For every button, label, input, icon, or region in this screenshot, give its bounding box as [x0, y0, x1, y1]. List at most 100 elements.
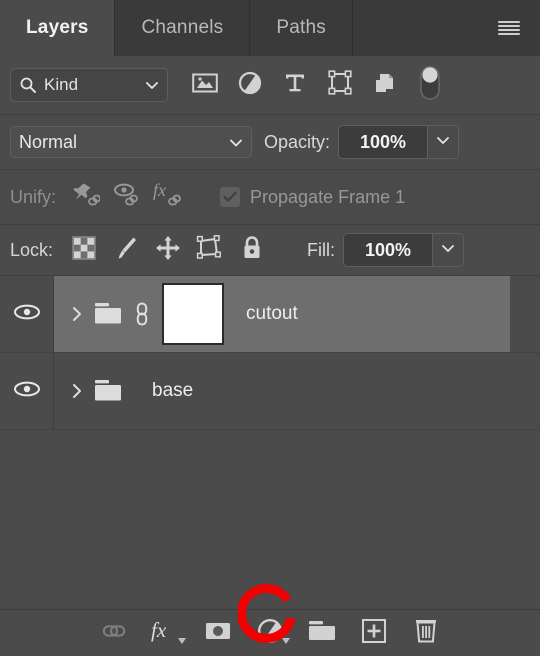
lock-row: Lock: Fill: 100%: [0, 225, 540, 276]
smart-object-filter[interactable]: [362, 65, 407, 105]
shape-bounds-icon: [327, 69, 353, 101]
blend-opacity-row: Normal Opacity: 100%: [0, 115, 540, 170]
trash-icon: [414, 617, 438, 649]
new-layer-button[interactable]: [348, 613, 400, 653]
lock-position-button[interactable]: [147, 231, 189, 269]
adjustment-layer-filter[interactable]: [227, 65, 272, 105]
brush-icon: [114, 235, 138, 266]
tab-layers[interactable]: Layers: [0, 0, 116, 56]
folder-icon: [92, 301, 124, 327]
blend-mode-value: Normal: [19, 131, 78, 152]
lock-icon: [240, 235, 264, 266]
add-layer-mask-button[interactable]: [192, 613, 244, 653]
blend-mode-select[interactable]: Normal: [10, 126, 252, 158]
unify-style-button[interactable]: fx: [148, 177, 190, 217]
lock-label: Lock:: [10, 239, 54, 260]
delete-layer-button[interactable]: [400, 613, 452, 653]
text-t-icon: [283, 71, 307, 100]
table-row[interactable]: base: [0, 353, 540, 430]
tab-layers-label: Layers: [26, 17, 89, 38]
artboard-icon: [196, 234, 224, 266]
group-expand-chevron-icon[interactable]: [66, 305, 88, 323]
panel-tab-bar: Layers Channels Paths: [0, 0, 540, 56]
eye-icon: [13, 303, 41, 326]
shape-layer-filter[interactable]: [317, 65, 362, 105]
eye-icon: [13, 380, 41, 403]
eye-link-icon: [112, 181, 142, 214]
opacity-dropdown-button[interactable]: [427, 126, 459, 158]
layer-list: cutout base: [0, 276, 540, 609]
chevron-down-icon: [441, 241, 455, 260]
svg-text:fx: fx: [151, 618, 167, 642]
layers-panel: Layers Channels Paths Kind Normal Opacit…: [0, 0, 540, 656]
hamburger-menu-icon: [498, 21, 520, 35]
mask-link-icon[interactable]: [132, 299, 152, 329]
panel-menu-button[interactable]: [492, 0, 526, 56]
tab-channels-label: Channels: [141, 17, 224, 38]
layer-row-body-cutout[interactable]: cutout: [54, 276, 510, 352]
half-circle-icon: [238, 71, 262, 100]
folder-icon: [306, 618, 338, 649]
group-expand-chevron-icon[interactable]: [66, 382, 88, 400]
layer-visibility-toggle-cutout[interactable]: [0, 276, 54, 352]
layers-bottom-toolbar: fx: [0, 584, 540, 656]
image-icon: [191, 72, 218, 99]
unify-position-button[interactable]: [64, 177, 106, 217]
propagate-frame-label: Propagate Frame 1: [250, 186, 406, 207]
unify-visibility-button[interactable]: [106, 177, 148, 217]
chevron-down-icon: [229, 135, 243, 149]
svg-text:fx: fx: [153, 181, 166, 200]
chevron-down-icon: [145, 78, 159, 92]
chevron-down-icon: [436, 133, 450, 152]
pin-link-icon: [70, 181, 101, 214]
lock-transparent-pixels-button[interactable]: [63, 231, 105, 269]
tab-paths-label: Paths: [276, 17, 326, 38]
layer-mask-thumbnail[interactable]: [162, 283, 224, 345]
tab-channels[interactable]: Channels: [115, 0, 251, 56]
filter-type-icons: [182, 65, 452, 105]
checkerboard-icon: [72, 235, 96, 265]
fill-label: Fill:: [307, 239, 336, 260]
opacity-label: Opacity:: [264, 131, 331, 152]
tab-paths[interactable]: Paths: [250, 0, 353, 56]
unify-label: Unify:: [10, 186, 57, 207]
unify-row: Unify: fx Propagate Frame 1: [0, 170, 540, 225]
link-layers-button[interactable]: [88, 613, 140, 653]
opacity-field[interactable]: 100%: [338, 125, 460, 159]
fill-field[interactable]: 100%: [343, 233, 465, 267]
filter-row: Kind: [0, 56, 540, 115]
search-icon: [19, 76, 37, 94]
table-row[interactable]: cutout: [0, 276, 540, 353]
opacity-value[interactable]: 100%: [339, 126, 428, 158]
lock-all-button[interactable]: [231, 231, 273, 269]
half-circle-icon: [257, 618, 283, 649]
toggle-switch-icon: [419, 65, 441, 106]
propagate-frame-checkbox[interactable]: [220, 187, 241, 207]
new-adjustment-layer-button[interactable]: [244, 613, 296, 653]
fx-link-icon: fx: [153, 180, 185, 214]
filter-enable-toggle[interactable]: [407, 65, 452, 105]
move-arrows-icon: [155, 235, 181, 266]
lock-artboard-nesting-button[interactable]: [189, 231, 231, 269]
lock-image-pixels-button[interactable]: [105, 231, 147, 269]
smart-object-icon: [373, 71, 397, 100]
folder-icon: [92, 378, 124, 404]
type-layer-filter[interactable]: [272, 65, 317, 105]
propagate-frame-checkbox-group[interactable]: Propagate Frame 1: [220, 187, 405, 208]
fill-dropdown-button[interactable]: [432, 234, 464, 266]
layer-visibility-toggle-base[interactable]: [0, 353, 54, 429]
layer-row-body-base[interactable]: base: [54, 353, 510, 429]
filter-kind-label: Kind: [44, 75, 79, 94]
new-group-button[interactable]: [296, 613, 348, 653]
plus-square-icon: [361, 618, 387, 649]
add-mask-icon: [204, 620, 232, 647]
layer-name-cutout[interactable]: cutout: [246, 303, 298, 325]
layer-name-base[interactable]: base: [152, 380, 193, 402]
pixel-layer-filter[interactable]: [182, 65, 227, 105]
caret-down-icon: [282, 631, 290, 649]
link-icon: [99, 622, 129, 645]
layer-style-button[interactable]: fx: [140, 613, 192, 653]
caret-down-icon: [178, 631, 186, 649]
fill-value[interactable]: 100%: [344, 234, 433, 266]
filter-kind-select[interactable]: Kind: [10, 68, 168, 102]
